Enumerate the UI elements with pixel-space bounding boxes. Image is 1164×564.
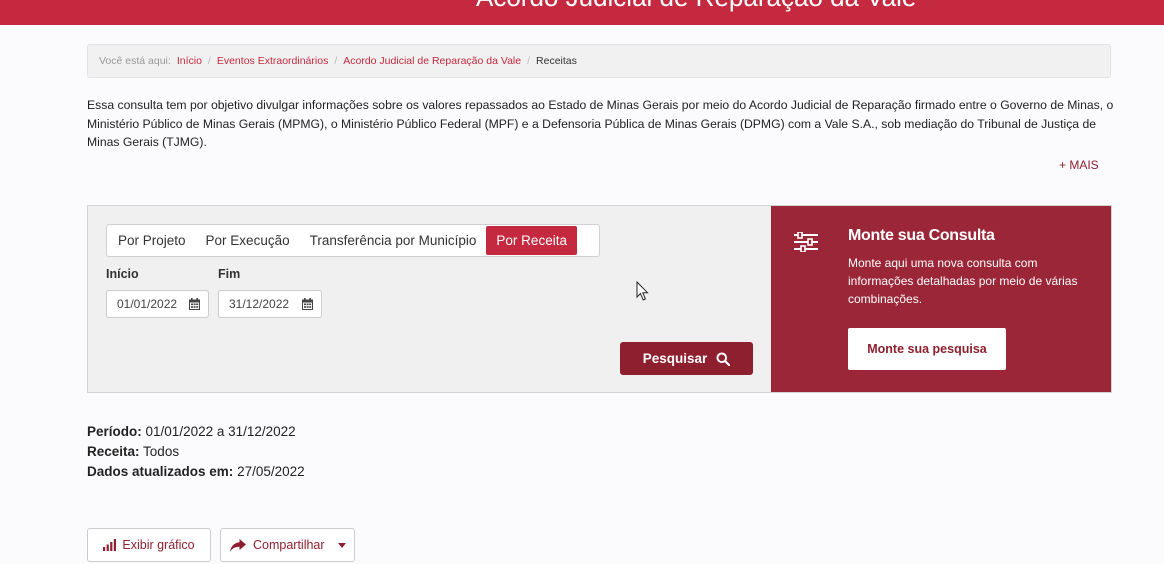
show-chart-label: Exibir gráfico: [122, 538, 195, 552]
start-date-value: 01/01/2022: [117, 297, 178, 311]
calendar-icon: [189, 298, 200, 310]
caret-down-icon: [337, 542, 346, 548]
show-chart-button[interactable]: Exibir gráfico: [87, 528, 211, 562]
updated-label: Dados atualizados em:: [87, 464, 234, 479]
breadcrumb-separator: /: [207, 55, 211, 67]
share-arrow-icon: [230, 538, 246, 552]
page-title: Acordo Judicial de Reparação da Vale: [476, 0, 916, 13]
breadcrumb-prefix: Você está aqui:: [99, 55, 171, 67]
build-query-button[interactable]: Monte sua pesquisa: [848, 328, 1006, 370]
share-label: Compartilhar: [253, 538, 325, 552]
search-button[interactable]: Pesquisar: [620, 342, 753, 375]
period-value: 01/01/2022 a 31/12/2022: [145, 424, 296, 439]
query-tabs: Por Projeto Por Execução Transferência p…: [106, 224, 600, 257]
calendar-icon: [302, 298, 313, 310]
search-icon: [716, 352, 731, 366]
breadcrumb-separator: /: [334, 55, 338, 67]
sliders-icon: [794, 232, 818, 252]
tab-transferencia-municipio[interactable]: Transferência por Município: [300, 226, 487, 255]
breadcrumb: Você está aqui: Início / Eventos Extraor…: [87, 44, 1111, 78]
receita-value: Todos: [143, 444, 180, 459]
breadcrumb-separator: /: [527, 55, 531, 67]
breadcrumb-link-acordo[interactable]: Acordo Judicial de Reparação da Vale: [343, 55, 521, 67]
bar-chart-icon: [103, 539, 117, 551]
summary-updated: Dados atualizados em: 27/05/2022: [87, 464, 305, 479]
intro-text: Essa consulta tem por objetivo divulgar …: [87, 98, 1114, 149]
period-label: Período:: [87, 424, 142, 439]
tab-por-projeto[interactable]: Por Projeto: [108, 226, 196, 255]
search-button-label: Pesquisar: [642, 351, 708, 366]
top-banner: Acordo Judicial de Reparação da Vale: [0, 0, 1164, 25]
summary-period: Período: 01/01/2022 a 31/12/2022: [87, 424, 296, 439]
end-date-field[interactable]: 31/12/2022: [218, 290, 322, 318]
receita-label: Receita:: [87, 444, 140, 459]
card-title: Monte sua Consulta: [848, 227, 995, 244]
mouse-cursor-icon: [636, 281, 649, 301]
build-query-card: Monte sua Consulta Monte aqui uma nova c…: [771, 206, 1111, 392]
card-description: Monte aqui uma nova consulta com informa…: [848, 256, 1078, 306]
end-date-value: 31/12/2022: [229, 297, 290, 311]
breadcrumb-link-eventos[interactable]: Eventos Extraordinários: [217, 55, 328, 67]
more-link[interactable]: + MAIS: [1059, 158, 1099, 172]
start-date-label: Início: [106, 267, 139, 281]
share-button[interactable]: Compartilhar: [220, 528, 355, 562]
start-date-field[interactable]: 01/01/2022: [106, 290, 209, 318]
summary-receita: Receita: Todos: [87, 444, 179, 459]
end-date-label: Fim: [218, 267, 241, 281]
tab-por-execucao[interactable]: Por Execução: [196, 226, 300, 255]
breadcrumb-link-inicio[interactable]: Início: [177, 55, 202, 67]
updated-value: 27/05/2022: [237, 464, 305, 479]
breadcrumb-current: Receitas: [536, 55, 577, 67]
tab-por-receita[interactable]: Por Receita: [486, 226, 577, 255]
